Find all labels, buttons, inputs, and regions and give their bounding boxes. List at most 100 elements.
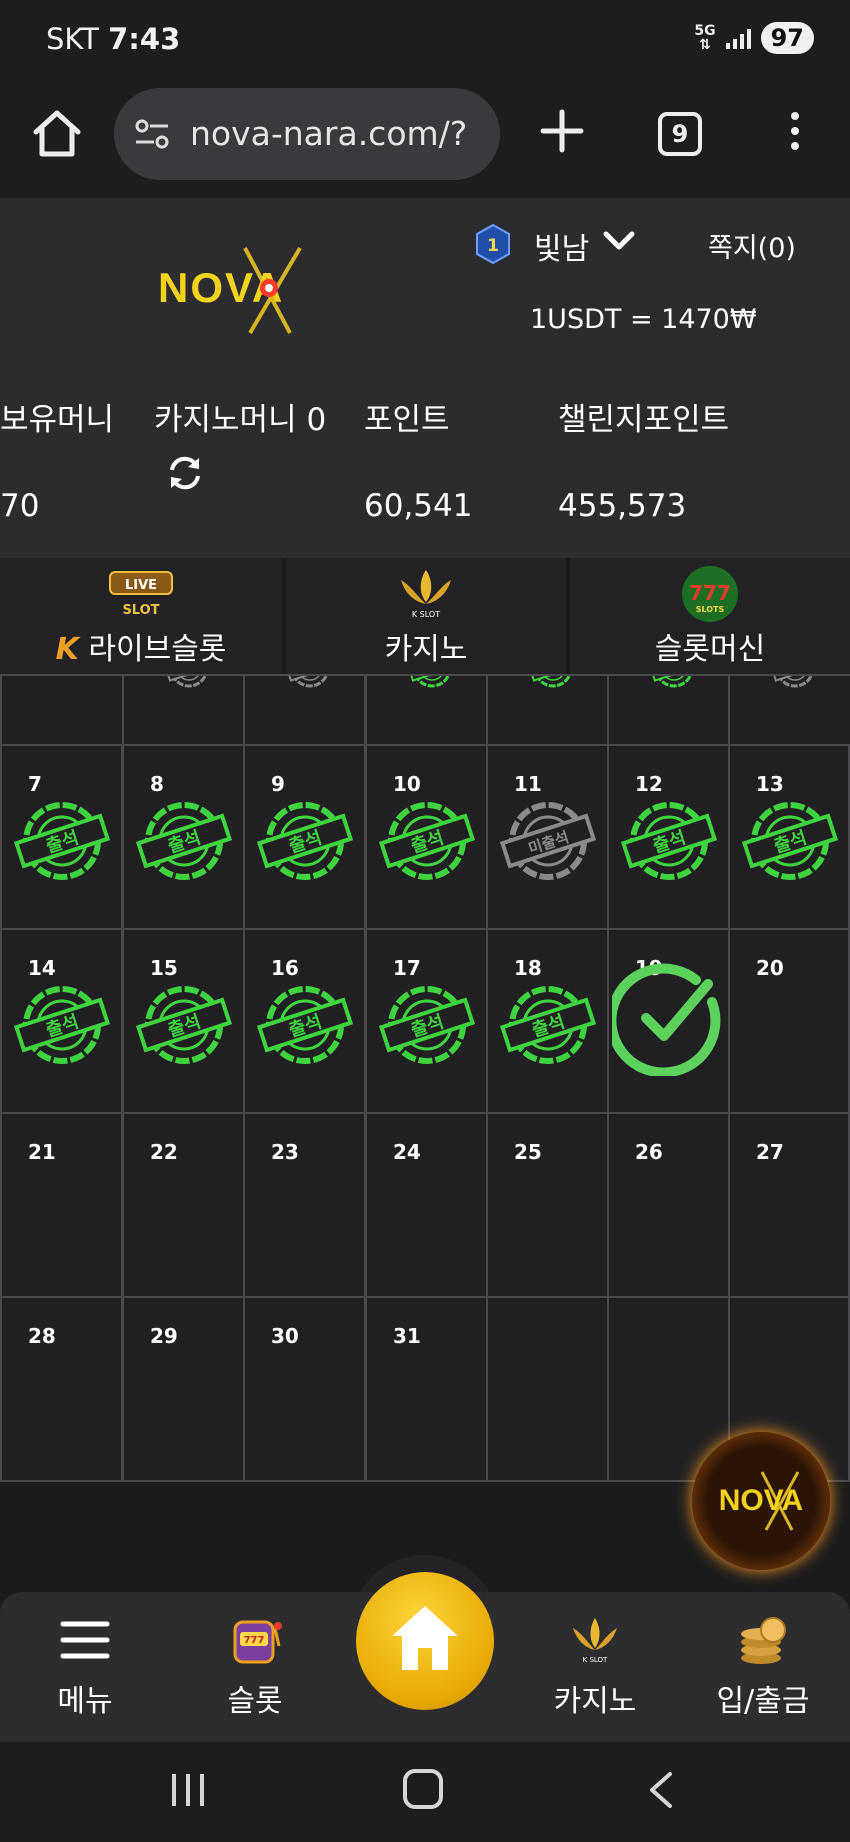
battery-badge: 97 <box>760 22 814 54</box>
more-menu-icon[interactable] <box>780 112 810 158</box>
calendar-day-cell[interactable]: 24 <box>365 1112 488 1298</box>
nova-logo-icon: NOVA <box>719 1471 803 1531</box>
attended-stamp-icon: 출석 <box>135 986 233 1064</box>
nova-logo[interactable]: NOVA <box>150 238 350 338</box>
home-button[interactable] <box>356 1572 494 1710</box>
absent-stamp-icon: 미출석 <box>164 676 214 688</box>
calendar-day-cell[interactable]: 18 출석 <box>486 928 609 1114</box>
nav-deposit-withdraw[interactable]: 입/출금 <box>688 1592 838 1742</box>
calendar-day-cell[interactable]: 28 <box>0 1296 123 1482</box>
home-icon <box>392 1606 458 1670</box>
calendar-day-cell[interactable]: 21 <box>0 1112 123 1298</box>
live-slot-icon: LIVE SLOT <box>109 571 173 618</box>
system-home-icon[interactable] <box>403 1769 443 1809</box>
calendar-day-cell[interactable]: 31 <box>365 1296 488 1482</box>
category-label: 카지노 <box>384 632 468 667</box>
calendar-day-cell[interactable]: 20 <box>728 928 850 1114</box>
tab-switcher-button[interactable]: 9 <box>658 112 702 156</box>
chevron-down-icon[interactable] <box>602 228 636 254</box>
day-number: 24 <box>393 1140 421 1164</box>
browser-home-icon[interactable] <box>30 106 84 160</box>
nova-floating-button[interactable]: NOVA <box>692 1432 830 1570</box>
attended-stamp-icon: 출석 <box>135 802 233 880</box>
signal-icon <box>725 27 751 49</box>
calendar-day-cell <box>486 1296 609 1482</box>
calendar-cell: 출석 <box>607 674 730 746</box>
calendar-day-cell[interactable]: 8 출석 <box>122 744 245 930</box>
address-bar[interactable]: nova-nara.com/? <box>114 88 500 180</box>
calendar-day-cell[interactable]: 15 출석 <box>122 928 245 1114</box>
refresh-icon[interactable] <box>166 454 204 492</box>
slot-machine-icon: 777 <box>233 1620 282 1664</box>
status-right: 5G ⇅ 97 <box>694 22 814 54</box>
nav-casino[interactable]: K SLOT 카지노 <box>520 1592 670 1742</box>
category-live-slot[interactable]: LIVE SLOT K 라이브슬롯 <box>0 558 282 676</box>
calendar-day-cell[interactable]: 14 출석 <box>0 928 123 1114</box>
calendar-day-cell[interactable]: 22 <box>122 1112 245 1298</box>
clock: 7:43 <box>108 22 181 56</box>
recent-apps-icon[interactable] <box>168 1770 208 1810</box>
calendar-day-cell[interactable]: 13 출석 <box>728 744 850 930</box>
category-slot-machine[interactable]: 777 SLOTS 슬롯머신 <box>570 558 850 676</box>
category-label: K 라이브슬롯 <box>55 632 227 667</box>
calendar-day-cell[interactable]: 27 <box>728 1112 850 1298</box>
calendar-day-cell[interactable]: 12 출석 <box>607 744 730 930</box>
svg-text:777: 777 <box>689 581 731 605</box>
calendar-day-cell[interactable]: 16 출석 <box>243 928 366 1114</box>
calendar-day-cell[interactable]: 19 <box>607 928 730 1114</box>
category-label: 슬롯머신 <box>654 632 766 667</box>
back-icon[interactable] <box>646 1770 676 1810</box>
calendar-day-cell[interactable]: 30 <box>243 1296 366 1482</box>
exchange-rate: 1USDT = 1470₩ <box>530 304 757 335</box>
status-bar: SKT 7:43 5G ⇅ 97 <box>0 0 850 80</box>
calendar-day-cell[interactable]: 11 미출석 <box>486 744 609 930</box>
attended-stamp-icon: 출석 <box>620 802 718 880</box>
status-left: SKT 7:43 <box>46 22 180 56</box>
attended-stamp-icon: 출석 <box>256 986 354 1064</box>
svg-text:NOVA: NOVA <box>719 1484 803 1517</box>
coins-icon <box>741 1617 786 1664</box>
challenge-points-label: 챌린지포인트 <box>558 402 730 438</box>
calendar-day-cell[interactable]: 25 <box>486 1112 609 1298</box>
absent-stamp-icon: 미출석 <box>499 802 597 880</box>
nav-casino-label: 카지노 <box>553 1684 637 1719</box>
rank-badge-icon: 1 <box>476 224 510 264</box>
nav-slot-label: 슬롯 <box>227 1684 283 1719</box>
site-settings-icon[interactable] <box>134 118 170 150</box>
day-number: 10 <box>393 772 421 796</box>
calendar-day-cell[interactable]: 26 <box>607 1112 730 1298</box>
day-number: 31 <box>393 1324 421 1348</box>
day-number: 12 <box>635 772 663 796</box>
day-number: 11 <box>514 772 542 796</box>
k-slot-icon: K SLOT <box>401 570 451 619</box>
calendar-day-cell[interactable]: 23 <box>243 1112 366 1298</box>
svg-text:K SLOT: K SLOT <box>412 610 440 619</box>
attended-stamp-icon: 출석 <box>407 676 457 688</box>
day-number: 22 <box>150 1140 178 1164</box>
new-tab-icon[interactable] <box>537 106 587 156</box>
hamburger-icon <box>60 1621 110 1659</box>
day-number: 15 <box>150 956 178 980</box>
calendar-day-cell[interactable]: 9 출석 <box>243 744 366 930</box>
absent-stamp-icon: 미출석 <box>770 676 820 688</box>
calendar-day-cell[interactable]: 29 <box>122 1296 245 1482</box>
attended-stamp-icon: 출석 <box>378 986 476 1064</box>
calendar-day-cell[interactable]: 7 출석 <box>0 744 123 930</box>
calendar-day-cell[interactable]: 10 출석 <box>365 744 488 930</box>
browser-toolbar: nova-nara.com/? 9 <box>0 80 850 198</box>
username[interactable]: 빛남 <box>534 224 589 268</box>
attended-stamp-icon: 출석 <box>256 802 354 880</box>
day-number: 21 <box>28 1140 56 1164</box>
nav-slot[interactable]: 777 슬롯 <box>180 1592 330 1742</box>
system-nav-bar <box>0 1742 850 1842</box>
category-casino[interactable]: K SLOT 카지노 <box>286 558 566 676</box>
day-number: 20 <box>756 956 784 980</box>
777-slots-icon: 777 SLOTS <box>682 566 738 622</box>
casino-money-label: 카지노머니 0 <box>154 402 327 438</box>
calendar-day-cell[interactable]: 17 출석 <box>365 928 488 1114</box>
attended-stamp-icon: 출석 <box>13 986 111 1064</box>
nav-menu[interactable]: 메뉴 <box>10 1592 160 1742</box>
attended-stamp-icon: 출석 <box>649 676 699 688</box>
attendance-calendar: 미출석미출석출석출석출석미출석7출석8출석9출석10출석11미출석12출석13출… <box>0 674 850 1482</box>
messages-link[interactable]: 쪽지(0) <box>708 226 796 265</box>
